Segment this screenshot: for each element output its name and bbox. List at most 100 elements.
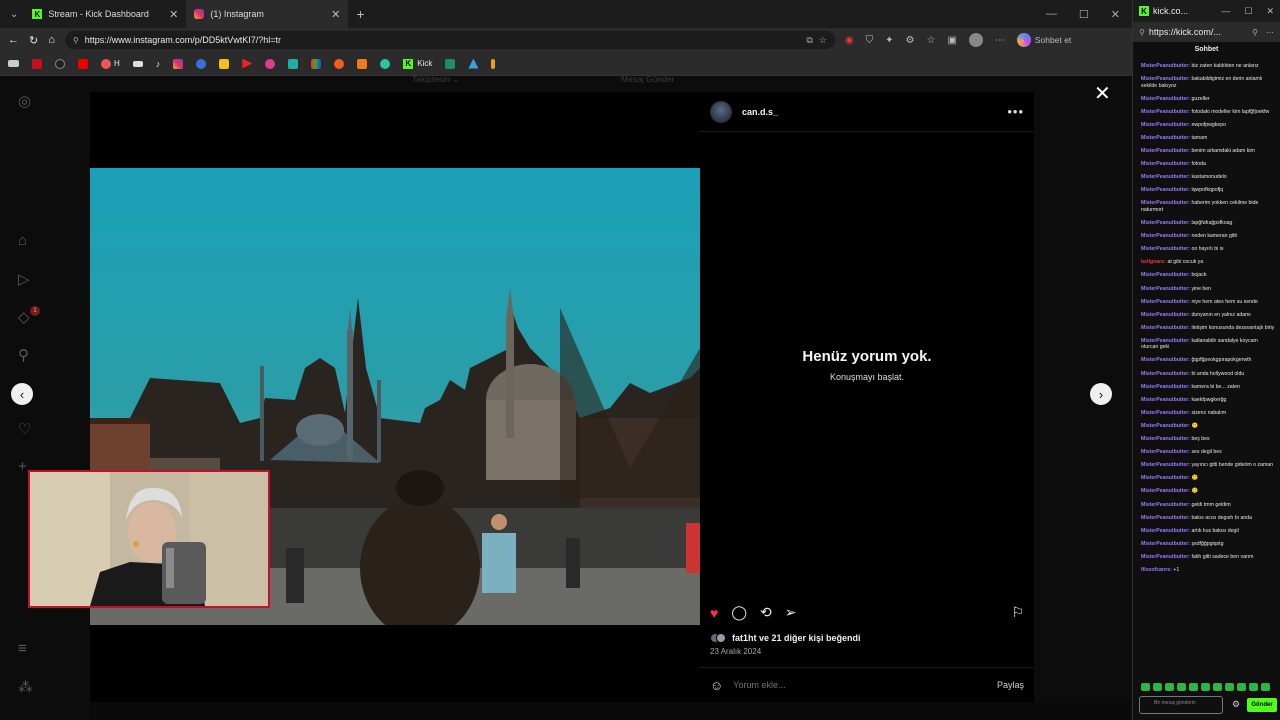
bookmark-youtube-icon[interactable]: [78, 58, 88, 69]
chat-username[interactable]: MisterPeanutbutter:: [1141, 246, 1190, 252]
emoji-icon[interactable]: ☺: [710, 678, 723, 693]
bookmark-round-icon[interactable]: [55, 58, 65, 69]
minimize-icon[interactable]: —: [1046, 8, 1057, 21]
comment-icon[interactable]: ◯: [731, 604, 747, 621]
meta-apps-icon[interactable]: ⁂: [18, 678, 33, 696]
bookmark-tiktok-icon[interactable]: ♪: [156, 59, 161, 69]
emote-icon[interactable]: [1249, 683, 1258, 691]
bookmark-mask-icon[interactable]: [132, 60, 143, 67]
instagram-logo-icon[interactable]: ◎: [18, 92, 31, 110]
bookmark-yellow-icon[interactable]: [219, 58, 230, 69]
bookmark-orange-icon[interactable]: [334, 58, 345, 69]
bookmark-green-icon[interactable]: [445, 58, 456, 69]
chat-username[interactable]: MisterPeanutbutter:: [1141, 502, 1190, 508]
chat-username[interactable]: MisterPeanutbutter:: [1141, 200, 1190, 206]
chat-username[interactable]: MisterPeanutbutter:: [1141, 515, 1190, 521]
chat-settings-icon[interactable]: ⚙: [1232, 699, 1240, 710]
collections-icon[interactable]: ▣: [947, 35, 956, 46]
maximize-icon[interactable]: ☐: [1244, 6, 1252, 17]
emote-icon[interactable]: [1141, 683, 1150, 691]
chat-username[interactable]: MisterPeanutbutter:: [1141, 423, 1190, 429]
close-window-icon[interactable]: ✕: [1266, 6, 1274, 17]
chat-username[interactable]: filozofcanrs:: [1141, 567, 1172, 573]
favorites-icon[interactable]: ☆: [926, 35, 935, 46]
site-info-icon[interactable]: ⚲: [73, 36, 79, 45]
copilot-chat-button[interactable]: Sohbet et: [1016, 33, 1071, 47]
new-tab-button[interactable]: +: [348, 6, 372, 22]
profile-avatar-icon[interactable]: [968, 33, 983, 47]
share-send-icon[interactable]: ➢: [785, 604, 797, 621]
chat-username[interactable]: MisterPeanutbutter:: [1141, 488, 1190, 494]
chat-username[interactable]: MisterPeanutbutter:: [1141, 286, 1190, 292]
chat-username[interactable]: MisterPeanutbutter:: [1141, 325, 1190, 331]
split-screen-icon[interactable]: ⚙: [906, 35, 915, 46]
bookmark-h[interactable]: H: [101, 58, 120, 69]
bookmark-arrow-icon[interactable]: [468, 58, 479, 69]
chat-username[interactable]: MisterPeanutbutter:: [1141, 187, 1190, 193]
emote-icon[interactable]: [1165, 683, 1174, 691]
bookmark-kick[interactable]: K Kick: [403, 58, 432, 69]
bookmark-red-icon[interactable]: [32, 58, 42, 69]
extensions-icon[interactable]: ✦: [885, 35, 893, 46]
likes-summary[interactable]: fat1ht ve 21 diğer kişi beğendi: [710, 633, 861, 643]
emote-icon[interactable]: [1153, 683, 1162, 691]
reels-nav-icon[interactable]: ▷: [18, 270, 30, 288]
tab-list-chevron-icon[interactable]: ⌄: [4, 9, 24, 20]
chat-username[interactable]: MisterPeanutbutter:: [1141, 397, 1190, 403]
chat-username[interactable]: MisterPeanutbutter:: [1141, 174, 1190, 180]
next-post-button[interactable]: ›: [1090, 383, 1112, 405]
notifications-heart-icon[interactable]: ♡: [18, 420, 31, 438]
bookmark-green-circle-icon[interactable]: [380, 58, 391, 69]
previous-post-button[interactable]: ‹: [11, 383, 33, 405]
chat-username[interactable]: MisterPeanutbutter:: [1141, 554, 1190, 560]
chat-username[interactable]: MisterPeanutbutter:: [1141, 384, 1190, 390]
chat-username[interactable]: MisterPeanutbutter:: [1141, 475, 1190, 481]
url-field[interactable]: ⚲ https://www.instagram.com/p/DD5ktVwtKI…: [64, 31, 835, 49]
save-bookmark-icon[interactable]: ⚐: [1011, 604, 1024, 621]
chat-username[interactable]: MisterPeanutbutter:: [1141, 449, 1190, 455]
more-options-icon[interactable]: •••: [1007, 104, 1024, 119]
bookmark-hb-icon[interactable]: [357, 58, 368, 69]
create-plus-icon[interactable]: +: [18, 458, 27, 475]
open-in-app-icon[interactable]: ⧉: [806, 35, 812, 46]
bookmark-pin-icon[interactable]: [491, 58, 496, 69]
post-media[interactable]: [90, 92, 700, 702]
bookmark-instagram-icon[interactable]: [173, 58, 184, 69]
search-nav-icon[interactable]: ⚲: [18, 346, 29, 364]
home-nav-icon[interactable]: ⌂: [18, 232, 27, 249]
send-button[interactable]: Gönder: [1247, 698, 1277, 712]
site-info-icon[interactable]: ⚲: [1139, 28, 1145, 37]
chat-username[interactable]: MisterPeanutbutter:: [1141, 436, 1190, 442]
chat-username[interactable]: MisterPeanutbutter:: [1141, 96, 1190, 102]
zoom-icon[interactable]: ⚲: [1252, 28, 1258, 37]
chat-username[interactable]: MisterPeanutbutter:: [1141, 220, 1190, 226]
explore-nav-icon[interactable]: ◇: [18, 308, 30, 326]
chat-username[interactable]: MisterPeanutbutter:: [1141, 272, 1190, 278]
bookmark-gamepad-icon[interactable]: [8, 60, 19, 67]
home-icon[interactable]: ⌂: [48, 34, 55, 46]
chat-username[interactable]: MisterPeanutbutter:: [1141, 528, 1190, 534]
kick-url[interactable]: https://kick.com/...: [1149, 27, 1221, 37]
more-menu-icon[interactable]: ⋯: [995, 35, 1005, 46]
chat-username[interactable]: MisterPeanutbutter:: [1141, 63, 1190, 69]
emote-icon[interactable]: [1177, 683, 1186, 691]
close-tab-icon[interactable]: ✕: [169, 8, 178, 21]
close-tab-icon[interactable]: ✕: [331, 8, 340, 21]
chat-username[interactable]: MisterPeanutbutter:: [1141, 76, 1190, 82]
bookmark-blue-icon[interactable]: [196, 58, 207, 69]
chat-message-input[interactable]: Bir mesaj gönderin: [1139, 696, 1223, 714]
emote-icon[interactable]: [1261, 683, 1270, 691]
chat-username[interactable]: MisterPeanutbutter:: [1141, 541, 1190, 547]
user-avatar[interactable]: [710, 100, 732, 123]
repost-icon[interactable]: ⟲: [760, 604, 772, 621]
chat-username[interactable]: MisterPeanutbutter:: [1141, 410, 1190, 416]
maximize-icon[interactable]: ☐: [1079, 8, 1089, 21]
post-username[interactable]: can.d.s_: [742, 107, 778, 117]
kick-tab-title[interactable]: kick.co...: [1153, 6, 1188, 16]
chat-username[interactable]: MisterPeanutbutter:: [1141, 148, 1190, 154]
chat-username[interactable]: MisterPeanutbutter:: [1141, 161, 1190, 167]
chat-username[interactable]: bellgnaro:: [1141, 259, 1166, 265]
chat-username[interactable]: MisterPeanutbutter:: [1141, 135, 1190, 141]
back-icon[interactable]: ←: [8, 34, 19, 46]
chat-username[interactable]: MisterPeanutbutter:: [1141, 122, 1190, 128]
